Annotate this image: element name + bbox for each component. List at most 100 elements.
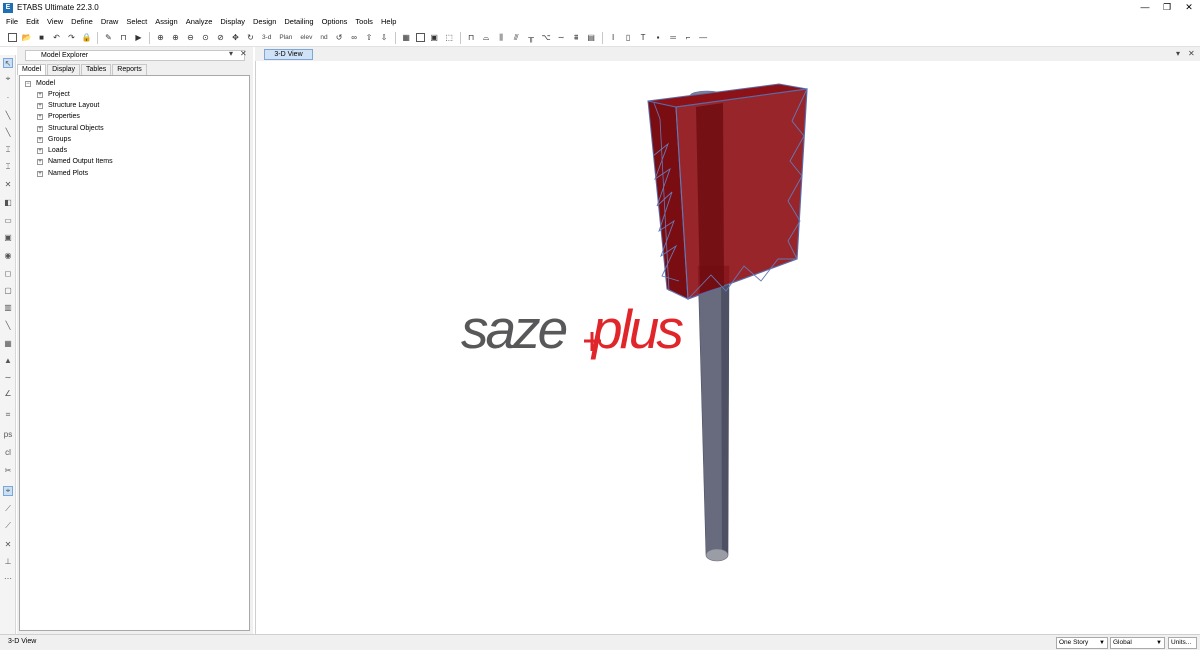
composite-design-icon[interactable]: ═ bbox=[668, 32, 679, 43]
draw-rect-floor-icon[interactable]: ▭ bbox=[3, 215, 13, 225]
view-close-icon[interactable]: ✕ bbox=[1188, 49, 1195, 58]
redo-icon[interactable]: ↷ bbox=[66, 32, 77, 43]
link-icon[interactable]: ∞ bbox=[349, 32, 360, 43]
expand-icon[interactable]: + bbox=[37, 158, 43, 165]
open-icon[interactable]: 📂 bbox=[21, 32, 32, 43]
story-select[interactable]: One Story ▼ bbox=[1056, 637, 1108, 649]
menu-display[interactable]: Display bbox=[216, 15, 249, 29]
grid-select-icon[interactable]: ▦ bbox=[401, 32, 412, 43]
draw-opening-icon[interactable]: ◉ bbox=[3, 250, 13, 260]
close-button[interactable]: ✕ bbox=[1178, 0, 1200, 15]
tree-node-properties[interactable]: + Properties bbox=[37, 111, 80, 122]
checkbox-select-icon[interactable] bbox=[415, 33, 425, 42]
curve-icon[interactable]: ∼ bbox=[556, 32, 567, 43]
menu-draw[interactable]: Draw bbox=[97, 15, 123, 29]
view-options-icon[interactable]: ▣ bbox=[429, 32, 440, 43]
reshape-icon[interactable]: ⌖ bbox=[3, 74, 13, 84]
quick-floor-icon[interactable]: ▣ bbox=[3, 232, 13, 242]
select-all-icon[interactable]: ⌗ bbox=[3, 410, 13, 420]
move-up-icon[interactable]: ⇧ bbox=[364, 32, 375, 43]
tree-node-model[interactable]: − Model bbox=[25, 78, 55, 89]
nd-view-button[interactable]: nd bbox=[318, 32, 329, 43]
3d-view-canvas[interactable]: saze plus bbox=[255, 61, 1200, 634]
expand-icon[interactable]: + bbox=[37, 136, 43, 143]
plan-view-button[interactable]: Plan bbox=[277, 32, 294, 43]
menu-assign[interactable]: Assign bbox=[151, 15, 182, 29]
stress-icon[interactable]: ⫻ bbox=[511, 32, 522, 43]
pencil-icon[interactable]: ✎ bbox=[103, 32, 114, 43]
draw-brace-icon[interactable]: ⌶ bbox=[3, 162, 13, 172]
steel-design-icon[interactable]: T bbox=[638, 32, 649, 43]
zoom-all-icon[interactable]: ⊙ bbox=[200, 32, 211, 43]
refresh-icon[interactable]: ↺ bbox=[334, 32, 345, 43]
wall-design-icon[interactable]: ⌐ bbox=[683, 32, 694, 43]
expand-icon[interactable]: + bbox=[37, 102, 43, 109]
zoom-out-icon[interactable]: ⊖ bbox=[185, 32, 196, 43]
pointer-icon[interactable]: ↖ bbox=[3, 58, 13, 68]
lock-model-icon[interactable]: ⊓ bbox=[118, 32, 129, 43]
snap-perpendicular-icon[interactable]: ⊥ bbox=[3, 556, 13, 566]
snap-end-icon[interactable]: ⟋ bbox=[3, 504, 13, 514]
menu-help[interactable]: Help bbox=[377, 15, 400, 29]
draw-link-icon[interactable]: ╲ bbox=[3, 320, 13, 330]
panel-pin-icon[interactable]: ▾ bbox=[229, 49, 233, 58]
hinge-icon[interactable]: ╥ bbox=[526, 32, 537, 43]
design-overwrites-icon[interactable]: ▯ bbox=[623, 32, 634, 43]
tree-node-structural-objects[interactable]: + Structural Objects bbox=[37, 123, 104, 134]
snap-intersection-icon[interactable]: ✕ bbox=[3, 539, 13, 549]
tab-reports[interactable]: Reports bbox=[112, 64, 147, 75]
elevation-view-button[interactable]: elev bbox=[298, 32, 314, 43]
expand-icon[interactable]: + bbox=[37, 170, 43, 177]
draw-column-icon[interactable]: ⌶ bbox=[3, 145, 13, 155]
draw-beam-icon[interactable]: ╲ bbox=[3, 127, 13, 137]
zoom-in-icon[interactable]: ⊕ bbox=[170, 32, 181, 43]
snap-fine-grid-icon[interactable]: ⋯ bbox=[3, 573, 13, 583]
snap-mid-icon[interactable]: ⟋ bbox=[3, 521, 13, 531]
new-model-icon[interactable] bbox=[8, 33, 17, 42]
draw-curve-icon[interactable]: ∼ bbox=[3, 372, 13, 382]
menu-view[interactable]: View bbox=[43, 15, 67, 29]
object-shrink-icon[interactable]: ⬚ bbox=[444, 32, 455, 43]
draw-frame-icon[interactable]: ╲ bbox=[3, 110, 13, 120]
tree-node-named-output-items[interactable]: + Named Output Items bbox=[37, 156, 113, 167]
expand-icon[interactable]: + bbox=[37, 125, 43, 132]
snap-point-icon[interactable]: ⌖ bbox=[3, 486, 13, 496]
menu-options[interactable]: Options bbox=[318, 15, 352, 29]
pushover-icon[interactable]: ⌥ bbox=[541, 32, 552, 43]
tree-node-structure-layout[interactable]: + Structure Layout bbox=[37, 100, 99, 111]
tab-tables[interactable]: Tables bbox=[81, 64, 112, 75]
tab-model[interactable]: Model bbox=[17, 64, 47, 75]
expand-icon[interactable]: + bbox=[37, 91, 43, 98]
pan-icon[interactable]: ✥ bbox=[230, 32, 241, 43]
tree-node-loads[interactable]: + Loads bbox=[37, 145, 67, 156]
tab-display[interactable]: Display bbox=[47, 64, 81, 75]
section-designer-icon[interactable]: I bbox=[608, 32, 619, 43]
draw-dimension-icon[interactable]: ∠ bbox=[3, 388, 13, 398]
view-pin-icon[interactable]: ▾ bbox=[1176, 49, 1180, 58]
coordinate-system-select[interactable]: Global ▼ bbox=[1110, 637, 1165, 649]
expand-icon[interactable]: + bbox=[37, 147, 43, 154]
tree-node-groups[interactable]: + Groups bbox=[37, 134, 71, 145]
draw-joint-icon[interactable]: · bbox=[3, 92, 13, 102]
rotate-icon[interactable]: ↻ bbox=[245, 32, 256, 43]
forces-icon[interactable]: ⫼ bbox=[496, 32, 507, 43]
tree-node-project[interactable]: + Project bbox=[37, 89, 70, 100]
zoom-window-icon[interactable]: ⊕ bbox=[155, 32, 166, 43]
menu-edit[interactable]: Edit bbox=[22, 15, 43, 29]
zoom-previous-icon[interactable]: ⊘ bbox=[215, 32, 226, 43]
energy-icon[interactable]: ⩩ bbox=[571, 32, 582, 43]
menu-select[interactable]: Select bbox=[122, 15, 151, 29]
deformed-shape-icon[interactable]: ⌓ bbox=[481, 32, 492, 43]
menu-detailing[interactable]: Detailing bbox=[280, 15, 317, 29]
draw-wall-icon[interactable]: ◻ bbox=[3, 268, 13, 278]
save-icon[interactable]: ■ bbox=[36, 32, 47, 43]
draw-floor-icon[interactable]: ◧ bbox=[3, 197, 13, 207]
draw-wall-stack-icon[interactable]: ▥ bbox=[3, 302, 13, 312]
run-analysis-icon[interactable]: ▶ bbox=[133, 32, 144, 43]
menu-design[interactable]: Design bbox=[249, 15, 280, 29]
draw-grid-icon[interactable]: ▲ bbox=[3, 355, 13, 365]
tree-node-named-plots[interactable]: + Named Plots bbox=[37, 168, 88, 179]
view-3d-button[interactable]: 3-d bbox=[260, 32, 273, 43]
draw-cross-brace-icon[interactable]: ✕ bbox=[3, 179, 13, 189]
quick-wall-icon[interactable]: ▢ bbox=[3, 285, 13, 295]
